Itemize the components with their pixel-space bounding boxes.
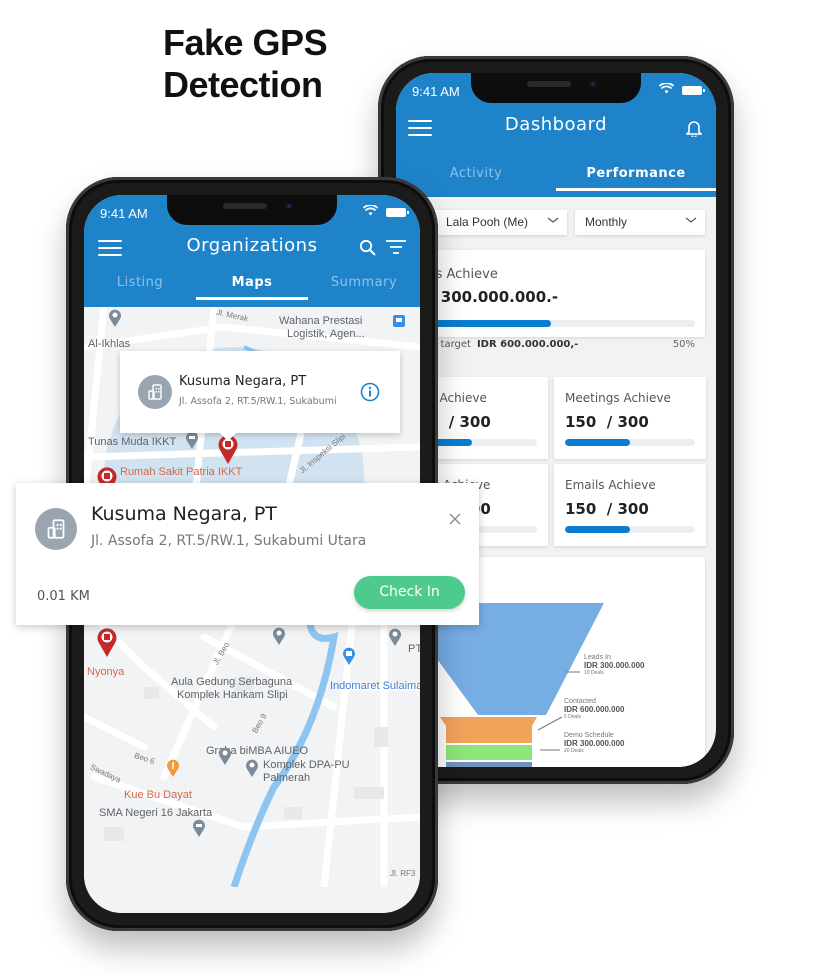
- map-label-kue-bu-dayat: Kue Bu Dayat: [124, 789, 192, 801]
- dashboard-screen: 9:41 AM Dashboard Activity Performance L…: [396, 73, 716, 767]
- metric-progress-bar: [565, 439, 695, 446]
- map-label-pt: PT: [408, 643, 420, 655]
- funnel-stage-contacted: [440, 717, 537, 743]
- map-label-nyonya: Nyonya: [87, 666, 125, 678]
- period-select[interactable]: Monthly: [575, 210, 705, 235]
- home-indicator-area: [84, 887, 420, 913]
- deals-achieve-card[interactable]: Deals Achieve IDR 300.000.000.- Month ta…: [396, 250, 705, 350]
- metric-value: 150 / 300: [565, 413, 649, 431]
- tab-performance[interactable]: Performance: [556, 166, 716, 191]
- battery-icon: [682, 86, 705, 95]
- phone-notch: [167, 195, 337, 225]
- funnel-stage-fourth: [446, 762, 532, 767]
- chevron-down-icon: [547, 217, 559, 223]
- dashboard-tabs: Activity Performance: [396, 166, 716, 191]
- map-label-rumah-sakit: Rumah Sakit Patria IKKT: [120, 466, 243, 478]
- bus-stop-icon[interactable]: [393, 315, 405, 327]
- popup-org-address: Jl. Assofa 2, RT.5/RW.1, Sukabumi: [179, 396, 337, 407]
- deals-progress-bar: [406, 320, 695, 327]
- map-info-popup[interactable]: Kusuma Negara, PT Jl. Assofa 2, RT.5/RW.…: [120, 351, 400, 441]
- distance-text: 0.01 KM: [37, 589, 90, 604]
- headline: Fake GPS Detection: [163, 22, 328, 106]
- metric-label: Emails Achieve: [565, 478, 656, 492]
- building-icon: [47, 519, 65, 539]
- funnel-stage-demo: [446, 745, 532, 760]
- user-select-value: Lala Pooh (Me): [446, 215, 529, 229]
- headline-line-1: Fake GPS: [163, 22, 328, 63]
- tab-listing[interactable]: Listing: [84, 275, 196, 290]
- building-icon: [148, 384, 162, 400]
- school-poi-icon[interactable]: [185, 431, 199, 449]
- map-label-wahana-2: Logistik, Agen...: [287, 328, 365, 340]
- shop-poi-icon[interactable]: [342, 647, 356, 665]
- funnel-label-contacted: Contacted IDR 600.000.000 5 Deals: [564, 698, 625, 720]
- tab-summary[interactable]: Summary: [308, 275, 420, 290]
- progress-fill: [565, 526, 630, 533]
- filters-row: Lala Pooh (Me) Monthly: [396, 210, 716, 238]
- map-label-wahana: Wahana Prestasi: [279, 315, 363, 327]
- organization-avatar: [138, 375, 172, 409]
- organizations-tabs: Listing Maps Summary: [84, 275, 420, 300]
- tab-activity[interactable]: Activity: [396, 166, 556, 181]
- map-label-al-ikhlas: Al-Ikhlas: [88, 338, 131, 350]
- info-icon[interactable]: [360, 382, 380, 402]
- map-label-komplek-1: Komplek DPA-PU: [263, 759, 350, 771]
- check-in-button[interactable]: Check In: [354, 576, 465, 609]
- metric-label: Meetings Achieve: [565, 391, 671, 405]
- deals-target-value: IDR 600.000.000,-: [476, 339, 579, 350]
- close-icon[interactable]: [449, 513, 461, 525]
- funnel-label-leads: Leads In IDR 300.000.000 10 Deals: [584, 654, 645, 676]
- status-time: 9:41 AM: [100, 206, 148, 221]
- headline-line-2: Detection: [163, 64, 323, 105]
- map-label-tunas-muda: Tunas Muda IKKT: [88, 436, 177, 448]
- map-label-indomaret: Indomaret Sulaiman: [330, 680, 420, 692]
- organization-avatar: [35, 508, 77, 550]
- check-in-org-name: Kusuma Negara, PT: [91, 503, 277, 525]
- deals-percent: 50%: [672, 339, 695, 350]
- school-poi-icon[interactable]: [192, 819, 206, 837]
- wifi-icon: [363, 205, 378, 216]
- funnel-leader-contacted: [537, 716, 563, 731]
- map-label-aula-1: Aula Gedung Serbaguna: [171, 676, 293, 688]
- chevron-down-icon: [685, 217, 697, 223]
- place-poi-icon[interactable]: [272, 627, 286, 645]
- tab-maps[interactable]: Maps: [196, 275, 308, 300]
- place-poi-icon[interactable]: [245, 759, 259, 777]
- map-label-aula-2: Komplek Hankam Slipi: [177, 689, 288, 701]
- funnel-label-demo: Demo Schedule IDR 300.000.000 20 Deals: [564, 732, 625, 754]
- search-icon[interactable]: [359, 239, 376, 256]
- page-title: Dashboard: [504, 114, 608, 135]
- mosque-poi-icon[interactable]: [108, 309, 122, 327]
- metric-value: 150 / 300: [565, 500, 649, 518]
- place-poi-icon[interactable]: [388, 628, 402, 646]
- bell-icon[interactable]: [686, 119, 702, 137]
- organization-map-pin[interactable]: [96, 627, 118, 657]
- metric-progress-bar: [565, 526, 695, 533]
- place-poi-icon[interactable]: [218, 747, 232, 765]
- restaurant-poi-icon[interactable]: [166, 759, 180, 777]
- meetings-achieve-card[interactable]: Meetings Achieve 150 / 300: [554, 377, 706, 459]
- emails-achieve-card[interactable]: Emails Achieve 150 / 300: [554, 464, 706, 546]
- progress-fill: [565, 439, 630, 446]
- filter-icon[interactable]: [386, 240, 406, 255]
- phone-notch: [471, 73, 641, 103]
- check-in-org-address: Jl. Assofa 2, RT.5/RW.1, Sukabumi Utara: [91, 533, 367, 549]
- map-label-rf3: Jl. RF3: [390, 869, 416, 878]
- map-label-komplek-2: Palmerah: [263, 772, 311, 784]
- check-in-card[interactable]: Kusuma Negara, PT Jl. Assofa 2, RT.5/RW.…: [16, 483, 479, 625]
- popup-org-name: Kusuma Negara, PT: [179, 374, 307, 389]
- wifi-icon: [659, 83, 674, 94]
- user-select[interactable]: Lala Pooh (Me): [430, 210, 567, 235]
- status-time: 9:41 AM: [412, 84, 460, 99]
- period-select-value: Monthly: [585, 215, 628, 229]
- battery-icon: [386, 208, 409, 217]
